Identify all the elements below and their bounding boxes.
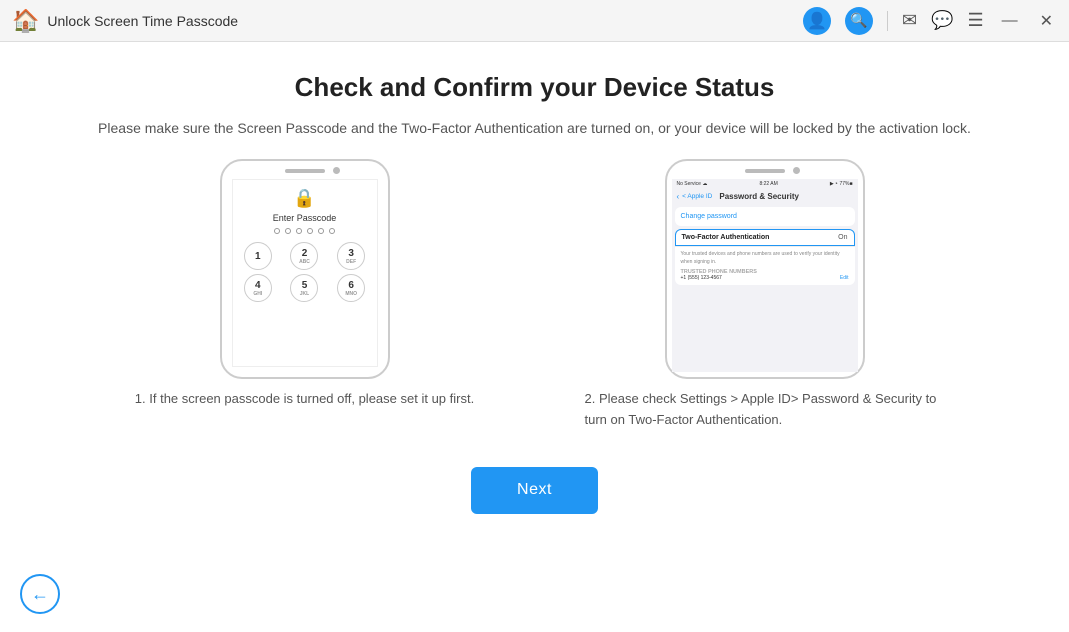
separator: [887, 11, 888, 31]
dot-2: [285, 228, 291, 234]
close-icon: ✕: [1040, 13, 1053, 30]
two-factor-value: On: [838, 234, 847, 241]
phone-screen-passcode: 🔒 Enter Passcode 1 2ABC 3DEF 4: [232, 179, 378, 367]
app-icon: 🏠: [12, 8, 39, 34]
status-time: 8:22 AM: [759, 181, 777, 187]
mail-icon: ✉: [902, 10, 917, 30]
dot-4: [307, 228, 313, 234]
trusted-phone-number: +1 (555) 123-4567: [681, 275, 722, 281]
back-button[interactable]: ←: [20, 574, 60, 614]
key-1: 1: [244, 242, 272, 270]
menu-icon: ☰: [967, 10, 983, 30]
phone-camera: [333, 167, 340, 174]
key-5: 5JKL: [290, 274, 318, 302]
titlebar: 🏠 Unlock Screen Time Passcode 👤 🔍 ✉ 💬 ☰ …: [0, 0, 1069, 42]
columns: 🔒 Enter Passcode 1 2ABC 3DEF 4: [60, 159, 1009, 431]
search-icon: 🔍: [850, 12, 867, 29]
settings-info: Your trusted devices and phone numbers a…: [675, 246, 855, 285]
settings-card: Change password: [675, 207, 855, 226]
lock-icon: 🔒: [293, 188, 315, 209]
back-arrow-icon: ←: [31, 584, 49, 605]
dot-1: [274, 228, 280, 234]
status-bar: No Service ☁ 8:22 AM ▶ ‣ 77%■: [672, 179, 858, 189]
avatar-icon: 👤: [807, 11, 827, 31]
page-subtitle: Please make sure the Screen Passcode and…: [60, 117, 1009, 139]
phone-mockup-settings: No Service ☁ 8:22 AM ▶ ‣ 77%■ ‹ < Apple …: [665, 159, 865, 379]
status-right: ▶ ‣ 77%■: [830, 181, 853, 187]
close-button[interactable]: ✕: [1036, 11, 1057, 31]
minimize-icon: —: [1002, 12, 1018, 29]
phone-speaker2: [745, 169, 785, 173]
passcode-dots: [274, 228, 335, 234]
mail-button[interactable]: ✉: [902, 10, 917, 31]
menu-button[interactable]: ☰: [967, 10, 983, 31]
caption-1: 1. If the screen passcode is turned off,…: [135, 389, 474, 410]
keypad: 1 2ABC 3DEF 4GHI 5JKL 6MNO: [237, 242, 373, 302]
trusted-edit-row: +1 (555) 123-4567 Edit: [681, 275, 849, 281]
dot-6: [329, 228, 335, 234]
two-factor-label: Two-Factor Authentication: [682, 234, 770, 241]
enter-passcode-label: Enter Passcode: [273, 213, 337, 223]
minimize-button[interactable]: —: [998, 12, 1022, 30]
main-content: Check and Confirm your Device Status Ple…: [0, 42, 1069, 524]
settings-header-title: Password & Security: [719, 192, 799, 201]
chat-icon: 💬: [931, 10, 953, 30]
caption-2: 2. Please check Settings > Apple ID> Pas…: [585, 389, 945, 431]
key-3: 3DEF: [337, 242, 365, 270]
dot-5: [318, 228, 324, 234]
titlebar-actions: 👤 🔍 ✉ 💬 ☰ — ✕: [803, 7, 1057, 35]
phone-mockup-passcode: 🔒 Enter Passcode 1 2ABC 3DEF 4: [220, 159, 390, 379]
phone-speaker: [285, 169, 325, 173]
key-4: 4GHI: [244, 274, 272, 302]
settings-header: ‹ < Apple ID Password & Security: [672, 189, 858, 204]
phone-screen-settings: No Service ☁ 8:22 AM ▶ ‣ 77%■ ‹ < Apple …: [672, 179, 858, 372]
change-password: Change password: [681, 211, 849, 222]
titlebar-title: Unlock Screen Time Passcode: [47, 13, 795, 29]
two-factor-row: Two-Factor Authentication On: [675, 229, 855, 246]
chat-button[interactable]: 💬: [931, 10, 953, 31]
bottom-bar: Next: [60, 451, 1009, 524]
column-passcode: 🔒 Enter Passcode 1 2ABC 3DEF 4: [95, 159, 515, 410]
next-button[interactable]: Next: [471, 467, 598, 514]
phone-camera2: [793, 167, 800, 174]
column-settings: No Service ☁ 8:22 AM ▶ ‣ 77%■ ‹ < Apple …: [555, 159, 975, 431]
status-left: No Service ☁: [677, 181, 708, 187]
avatar-button[interactable]: 👤: [803, 7, 831, 35]
apple-id-label: < Apple ID: [682, 193, 712, 200]
search-button[interactable]: 🔍: [845, 7, 873, 35]
dot-3: [296, 228, 302, 234]
edit-label: Edit: [840, 275, 849, 281]
key-6: 6MNO: [337, 274, 365, 302]
page-title: Check and Confirm your Device Status: [60, 72, 1009, 103]
back-arrow-icon: ‹: [677, 192, 680, 201]
settings-info-text: Your trusted devices and phone numbers a…: [681, 251, 849, 266]
key-2: 2ABC: [290, 242, 318, 270]
